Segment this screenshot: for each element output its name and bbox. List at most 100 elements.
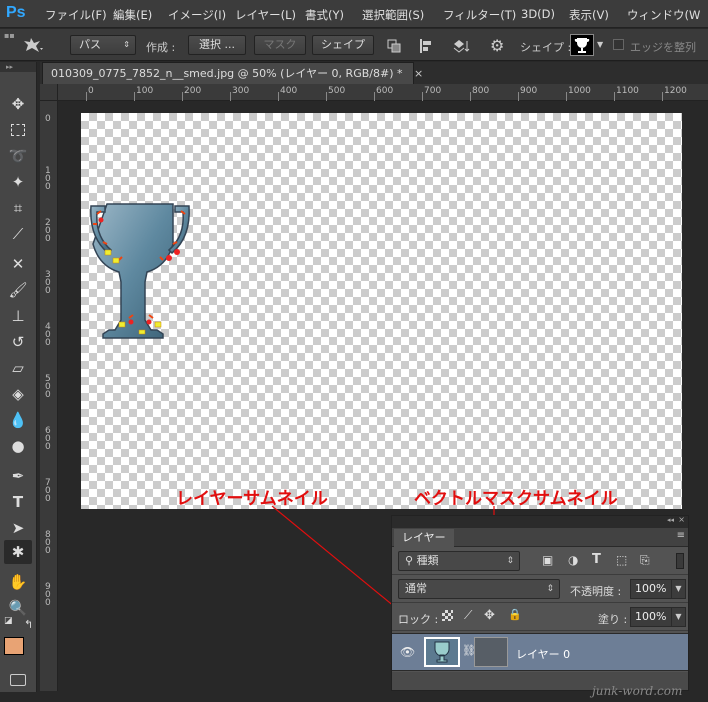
- menu-select[interactable]: 選択範囲(S): [362, 7, 424, 23]
- align-edges-checkbox[interactable]: [613, 39, 624, 50]
- custom-shape-tool-active-icon[interactable]: ✱: [4, 540, 32, 564]
- tab-layers[interactable]: レイヤー: [394, 529, 454, 547]
- blur-tool-icon[interactable]: 💧: [4, 408, 32, 432]
- path-arrangement-icon[interactable]: [451, 37, 471, 55]
- smart-object-filter-icon[interactable]: ⎘: [640, 553, 650, 568]
- foreground-color-swatch[interactable]: [4, 637, 24, 655]
- ruler-tick-mark: [230, 92, 231, 101]
- fill-field[interactable]: 100% ▼: [630, 607, 686, 627]
- selection-button[interactable]: 選択 ...: [188, 35, 246, 55]
- move-tool-icon[interactable]: ✥: [4, 92, 32, 116]
- hand-tool-icon[interactable]: ✋: [4, 570, 32, 594]
- horizontal-ruler[interactable]: 0 100 200 300 400 500 600 700 800 900 1000 1100 1200…: [58, 84, 708, 101]
- vector-mask-thumbnail[interactable]: [474, 637, 508, 667]
- ruler-tick-mark: [566, 92, 567, 101]
- lock-pixels-icon[interactable]: ⟋: [464, 608, 472, 623]
- shape-filter-icon[interactable]: ⬚: [616, 553, 627, 567]
- path-alignment-icon[interactable]: [418, 38, 434, 54]
- type-tool-icon[interactable]: T: [4, 490, 32, 514]
- lasso-tool-icon[interactable]: ➰: [4, 144, 32, 168]
- clone-stamp-tool-icon[interactable]: ⊥: [4, 304, 32, 328]
- path-selection-tool-icon[interactable]: ➤: [4, 516, 32, 540]
- pixel-filter-icon[interactable]: ▣: [542, 553, 553, 567]
- dodge-tool-icon[interactable]: ●: [4, 434, 32, 458]
- ruler-tick-mark: [470, 92, 471, 101]
- chevron-down-icon[interactable]: ▼: [597, 40, 603, 49]
- eye-visibility-icon[interactable]: 👁: [400, 645, 415, 659]
- swap-colors-icon[interactable]: ↰: [24, 618, 33, 631]
- layer-row[interactable]: 👁 ⛓ レイヤー 0: [392, 633, 688, 671]
- custom-shape-tool-icon[interactable]: [22, 36, 44, 54]
- chevron-down-icon[interactable]: ▼: [671, 580, 685, 598]
- ruler-top-tick: 400: [280, 86, 298, 96]
- collapse-icon[interactable]: ◂◂: [667, 516, 674, 524]
- document-tab[interactable]: 010309_0775_7852_n__smed.jpg @ 50% (レイヤー…: [42, 62, 423, 84]
- layers-panel: ◂◂ × レイヤー ≡ ⚲ 種類 ⇕ ▣ ◑ T ⬚ ⎘ 通常 ⇕ 不透明度 :…: [391, 515, 689, 691]
- ruler-top-tick: 200: [184, 86, 202, 96]
- opacity-field[interactable]: 100% ▼: [630, 579, 686, 599]
- menu-3d[interactable]: 3D(D): [521, 7, 555, 21]
- blend-mode-select[interactable]: 通常 ⇕: [398, 579, 560, 599]
- quick-mask-icon[interactable]: [10, 674, 26, 686]
- panel-header: ◂◂ ×: [392, 515, 688, 528]
- type-filter-icon[interactable]: T: [592, 552, 601, 567]
- layer-thumbnail[interactable]: [424, 637, 460, 667]
- lock-position-icon[interactable]: ✥: [484, 608, 495, 623]
- panel-collapse-icon[interactable]: ▸▸: [0, 62, 36, 72]
- marquee-tool-icon[interactable]: [4, 118, 32, 142]
- annotation-layer-thumbnail: レイヤーサムネイル: [176, 489, 328, 509]
- close-panel-icon[interactable]: ×: [678, 515, 685, 524]
- shape-button[interactable]: シェイプ: [312, 35, 374, 55]
- menu-edit[interactable]: 編集(E): [113, 7, 152, 23]
- close-tab-icon[interactable]: ×: [414, 67, 423, 80]
- menu-layer[interactable]: レイヤー(L): [235, 7, 296, 23]
- ruler-left-tick: 600: [45, 426, 51, 452]
- create-label: 作成 :: [146, 41, 176, 54]
- trophy-image: [90, 203, 190, 339]
- ruler-origin[interactable]: [40, 84, 58, 101]
- layer-name[interactable]: レイヤー 0: [516, 646, 570, 662]
- magic-wand-tool-icon[interactable]: ✦: [4, 170, 32, 194]
- filter-toggle[interactable]: [676, 553, 684, 569]
- ruler-tick-mark: [374, 92, 375, 101]
- updown-icon: ⇕: [123, 40, 130, 49]
- ruler-tick-mark: [86, 92, 87, 101]
- align-edges-label: エッジを整列: [630, 41, 696, 54]
- ruler-left-tick: 800: [45, 530, 51, 556]
- filter-kind-select[interactable]: ⚲ 種類 ⇕: [398, 551, 520, 571]
- ruler-tick-mark: [662, 92, 663, 101]
- brush-tool-icon[interactable]: 🖌: [4, 278, 32, 302]
- ruler-left-tick: 300: [45, 270, 51, 296]
- path-operations-icon[interactable]: [386, 38, 402, 54]
- menu-view[interactable]: 表示(V): [569, 7, 609, 23]
- mask-button[interactable]: マスク: [254, 35, 306, 55]
- gear-icon[interactable]: ⚙: [490, 36, 504, 55]
- lock-transparency-icon[interactable]: [442, 610, 453, 621]
- adjustment-filter-icon[interactable]: ◑: [568, 553, 578, 567]
- ruler-tick-mark: [422, 92, 423, 101]
- watermark: junk-word.com: [592, 684, 683, 698]
- ruler-top-tick: 900: [520, 86, 538, 96]
- history-brush-tool-icon[interactable]: ↺: [4, 330, 32, 354]
- menu-filter[interactable]: フィルター(T): [443, 7, 516, 23]
- default-colors-icon[interactable]: ◪: [4, 616, 13, 626]
- mode-select[interactable]: パス ⇕: [70, 35, 136, 55]
- vertical-ruler[interactable]: 0 100 200 300 400 500 600 700 800 900: [40, 101, 58, 691]
- eyedropper-tool-icon[interactable]: ⟋: [4, 222, 32, 246]
- shape-picker[interactable]: [570, 34, 594, 56]
- menu-window[interactable]: ウィンドウ(W: [627, 7, 700, 23]
- healing-brush-tool-icon[interactable]: ✕: [4, 252, 32, 276]
- menu-image[interactable]: イメージ(I): [168, 7, 226, 23]
- crop-tool-icon[interactable]: ⌗: [4, 196, 32, 220]
- eraser-tool-icon[interactable]: ▱: [4, 356, 32, 380]
- menu-file[interactable]: ファイル(F): [45, 7, 107, 23]
- pen-tool-icon[interactable]: ✒: [4, 464, 32, 488]
- menu-type[interactable]: 書式(Y): [305, 7, 344, 23]
- trophy-thumbnail-icon: [434, 641, 450, 663]
- panel-menu-icon[interactable]: ≡: [677, 530, 685, 541]
- ruler-top-tick: 1100: [616, 86, 639, 96]
- lock-all-icon[interactable]: 🔒: [508, 608, 522, 621]
- chevron-down-icon[interactable]: ▼: [671, 608, 685, 626]
- paint-bucket-tool-icon[interactable]: ◈: [4, 382, 32, 406]
- options-bar: ▪▪ パス ⇕ 作成 : 選択 ... マスク シェイプ ⚙ シェイプ : ▼ …: [0, 29, 708, 61]
